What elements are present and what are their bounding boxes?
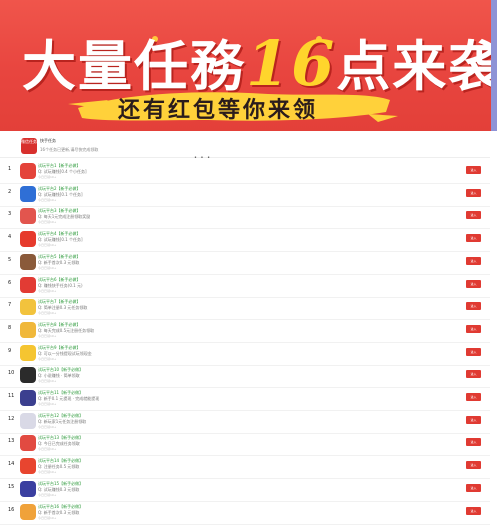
enter-button[interactable]: 进入 — [466, 370, 481, 379]
rank-number: 7 — [8, 302, 12, 309]
app-icon — [20, 208, 36, 225]
task-meta: 今日已领10+ — [38, 492, 57, 497]
task-meta: 今日已领10+ — [38, 402, 57, 406]
rank-number: 13 — [8, 438, 15, 445]
app-description: 16个任务已更新,请尽快完成领取 — [40, 147, 99, 152]
task-meta: 今日已领10+ — [38, 311, 57, 316]
task-meta: 今日已领10+ — [38, 265, 57, 270]
enter-button[interactable]: 进入 — [466, 166, 481, 174]
task-list: 微信任务 快手任务 16个任务已更新,请尽快完成领取 • • • 1 试玩平台1【… — [0, 131, 490, 525]
enter-button[interactable]: 进入 — [466, 188, 481, 197]
enter-button[interactable]: 进入 — [466, 279, 481, 288]
task-meta: 今日已领10+ — [38, 447, 57, 452]
list-item[interactable]: 15 试玩平台15【新手必做】 Q: 试玩赚钱0.3 元领取 今日已领10+ 进入 — [0, 478, 490, 502]
task-meta: 今日已领10+ — [38, 379, 57, 384]
rank-number: 5 — [8, 256, 12, 263]
enter-button[interactable]: 进入 — [466, 415, 481, 424]
task-meta: 今日已领10+ — [38, 333, 57, 338]
task-meta: 今日已领10+ — [38, 470, 57, 475]
scroll-edge — [491, 0, 497, 131]
app-icon — [20, 412, 36, 429]
rank-number: 2 — [8, 188, 12, 195]
task-meta: 今日已领10+ — [38, 356, 57, 361]
banner-subtitle: 还有红包等你来领 — [118, 97, 319, 123]
app-icon — [20, 231, 36, 248]
app-icon — [20, 321, 36, 338]
enter-button[interactable]: 进入 — [466, 234, 481, 243]
app-icon — [20, 185, 36, 202]
list-item[interactable]: 6 试玩平台6【新手必做】 Q: 赚钱快手任务(0.1 元) 今日已领10+ 进入 — [0, 274, 490, 298]
rank-number: 8 — [8, 324, 12, 331]
rank-number: 3 — [8, 211, 12, 218]
enter-button[interactable]: 进入 — [466, 393, 481, 401]
list-item[interactable]: 2 试玩平台2【新手必做】 Q: 试玩赚钱[0.1 个任务] 今日已领10+ 进入 — [0, 183, 490, 207]
list-item[interactable]: 1 试玩平台1【新手必做】 Q: 试玩赚钱[0.4 个小任务] 今日已领10+ 进入 — [0, 160, 490, 184]
app-icon — [20, 367, 36, 384]
app-logo: 微信任务 — [21, 138, 37, 154]
app-icon — [20, 435, 36, 452]
list-item[interactable]: 3 试玩平台3【新手必做】 Q: 每天1元完成注册领取奖励 今日已领10+ 进入 — [0, 205, 490, 230]
enter-button[interactable]: 进入 — [466, 256, 481, 265]
task-meta: 今日已领10+ — [38, 515, 57, 520]
rank-number: 1 — [8, 166, 12, 172]
app-name: 快手任务 — [40, 138, 56, 143]
enter-button[interactable]: 进入 — [466, 438, 481, 447]
rank-number: 10 — [8, 370, 15, 377]
rank-number: 12 — [8, 415, 15, 422]
task-meta: 今日已领10+ — [38, 288, 57, 293]
rank-number: 6 — [8, 279, 12, 286]
enter-button[interactable]: 进入 — [466, 211, 481, 220]
app-icon — [20, 276, 36, 293]
rank-number: 15 — [8, 483, 15, 490]
rank-number: 4 — [8, 234, 12, 241]
list-item[interactable]: 4 试玩平台4【新手必做】 Q: 试玩赚钱[0.1 个任务] 今日已领10+ 进入 — [0, 228, 490, 253]
list-item[interactable]: 5 试玩平台5【新手必做】 Q: 新手首次0.3 元领取 今日已领10+ 进入 — [0, 251, 490, 275]
app-icon — [20, 253, 36, 270]
app-icon — [20, 390, 36, 406]
enter-button[interactable]: 进入 — [466, 347, 481, 356]
app-icon — [20, 503, 36, 520]
enter-button[interactable]: 进入 — [466, 483, 481, 492]
task-meta: 今日已领10+ — [38, 424, 57, 429]
enter-button[interactable]: 进入 — [466, 461, 481, 470]
app-icon — [20, 458, 36, 475]
rank-number: 16 — [8, 506, 15, 513]
list-item[interactable]: 11 试玩平台11【新手必做】 Q: 新手0.1 元提现 · 完成就能提现 今日已领1… — [0, 387, 490, 411]
task-meta: 今日已领10+ — [38, 220, 57, 225]
app-icon — [20, 163, 36, 179]
app-header: 微信任务 快手任务 16个任务已更新,请尽快完成领取 • • • — [0, 131, 490, 161]
app-icon — [20, 344, 36, 361]
rank-number: 11 — [8, 393, 15, 399]
list-item[interactable]: 13 试玩平台13【新手必做】 Q: 今日已完成任务领取 今日已领10+ 进入 — [0, 432, 490, 457]
task-meta: 今日已领10+ — [38, 197, 57, 202]
list-item[interactable]: 14 试玩平台14【新手必做】 Q: 注册任务0.5 元领取 今日已领10+ 进入 — [0, 455, 490, 480]
task-meta: 今日已领10+ — [38, 175, 57, 179]
task-meta: 今日已领10+ — [38, 243, 57, 248]
rank-number: 14 — [8, 461, 15, 468]
enter-button[interactable]: 进入 — [466, 506, 481, 515]
app-icon — [20, 299, 36, 316]
app-icon — [20, 480, 36, 497]
list-item[interactable]: 16 试玩平台16【新手必做】 Q: 新手首次0.3 元领取 今日已领10+ 进入 — [0, 501, 490, 525]
list-item[interactable]: 12 试玩平台12【新手必做】 Q: 新玩家1元任务注册领取 今日已领10+ 进入 — [0, 410, 490, 434]
list-item[interactable]: 10 试玩平台10【新手必做】 Q: 小说赚钱 · 简单领取 今日已领10+ 进入 — [0, 364, 490, 389]
list-item[interactable]: 8 试玩平台8【新手必做】 Q: 每天完成0.5元注册任务领取 今日已领10+ 进入 — [0, 319, 490, 343]
list-item[interactable]: 7 试玩平台7【新手必做】 Q: 简单注册0.3 元任务领取 今日已领10+ 进入 — [0, 296, 490, 321]
promo-banner[interactable]: 大量任務16点来袭 还有红包等你来领 — [0, 0, 497, 131]
enter-button[interactable]: 进入 — [466, 324, 481, 333]
list-item[interactable]: 9 试玩平台9【新手必做】 Q: 可以一分钱提现试玩领现金 今日已领10+ 进入 — [0, 342, 490, 366]
rank-number: 9 — [8, 347, 12, 354]
enter-button[interactable]: 进入 — [466, 302, 481, 311]
